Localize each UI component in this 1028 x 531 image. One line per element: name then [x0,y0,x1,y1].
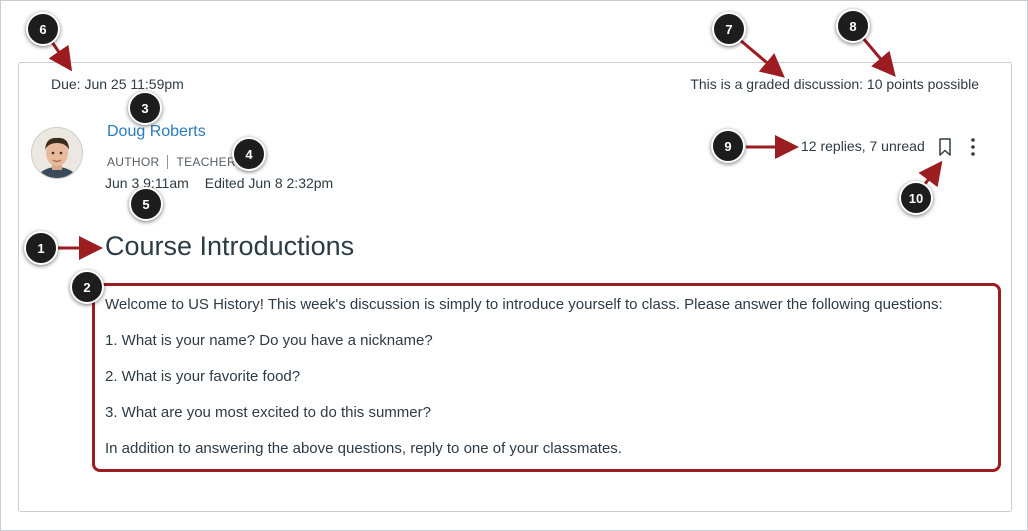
message-paragraph: 1. What is your name? Do you have a nick… [105,332,433,349]
message-paragraph: In addition to answering the above quest… [105,440,622,457]
role-author-label: AUTHOR [107,155,160,169]
callout-badge: 9 [711,129,745,163]
graded-notice: This is a graded discussion: 10 points p… [690,76,979,92]
message-paragraph: 3. What are you most excited to do this … [105,404,431,421]
edited-date: Edited Jun 8 2:32pm [204,175,334,191]
message-paragraph: 2. What is your favorite food? [105,368,301,385]
author-name-link[interactable]: Doug Roberts [107,123,206,141]
bookmark-icon[interactable] [936,137,954,157]
callout-badge: 2 [70,270,104,304]
callout-badge: 7 [712,12,746,46]
role-teacher-label: TEACHER [176,155,236,169]
avatar[interactable] [31,127,83,179]
avatar-image [32,128,82,178]
message-paragraph: Welcome to US History! This week's discu… [105,296,943,313]
discussion-message: Welcome to US History! This week's discu… [105,296,943,476]
kebab-menu-icon[interactable] [964,136,982,158]
role-divider [167,155,169,169]
callout-badge: 10 [899,181,933,215]
callout-badge: 1 [24,231,58,265]
callout-badge: 4 [232,137,266,171]
callout-badge: 8 [836,9,870,43]
discussion-title: Course Introductions [105,231,355,261]
callout-badge: 3 [128,91,162,125]
replies-summary: 12 replies, 7 unread [801,138,925,154]
callout-badge: 5 [129,187,163,221]
callout-badge: 6 [26,12,60,46]
author-roles: AUTHOR TEACHER [107,155,236,169]
due-date: Due: Jun 25 11:59pm [51,76,184,92]
